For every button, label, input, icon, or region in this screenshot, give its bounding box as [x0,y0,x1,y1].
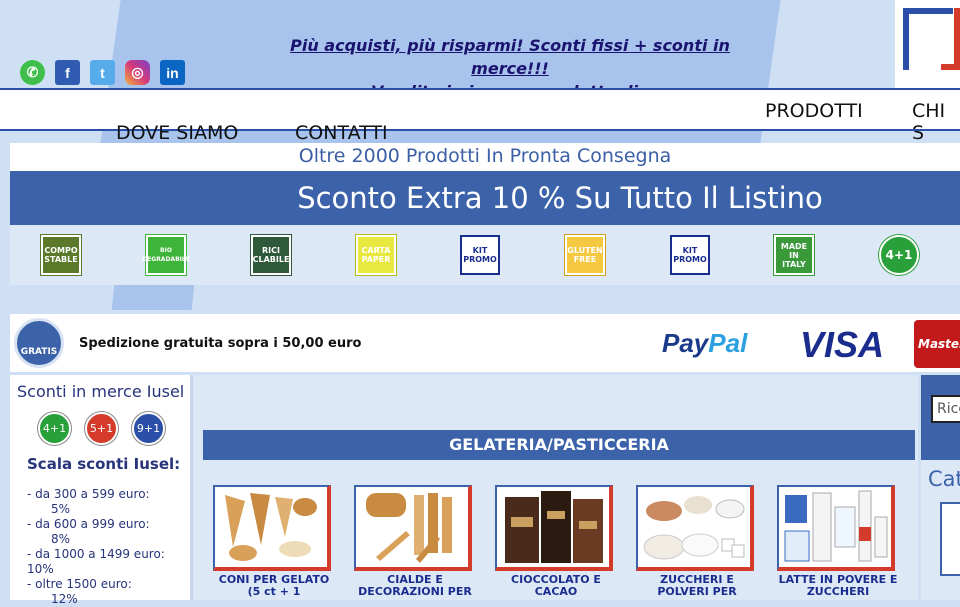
discount-scale-item: 5% [51,502,71,516]
product-card[interactable]: CIALDE E DECORAZIONI PER [354,485,476,605]
facebook-icon[interactable]: f [55,60,80,85]
sidebar: Sconti in merce Iusel 4+1 5+1 9+1 Scala … [10,375,193,606]
sidebar-title: Sconti in merce Iusel [17,382,185,401]
badge-kit-promo[interactable]: KIT PROMO [460,235,500,275]
social-links: ✆ f t ◎ in [20,60,185,85]
site-header: ✆ f t ◎ in Più acquisti, più risparmi! S… [0,0,895,101]
product-label[interactable]: LATTE IN POVERE E ZUCCHERI [777,574,899,598]
category-thumbnail[interactable] [940,502,960,576]
instagram-icon[interactable]: ◎ [125,60,150,85]
badge-recyclable[interactable]: RICI CLABILE [251,235,291,275]
wafer-icon[interactable] [354,485,472,571]
paypal-text: Pay [662,328,709,358]
discount-scale-item: - da 600 a 999 euro: [27,517,150,531]
visa-logo: VISA [800,324,885,365]
offer-5-plus-1-icon[interactable]: 5+1 [85,412,118,445]
badge-kit-promo[interactable]: KIT PROMO [670,235,710,275]
promo-line-1[interactable]: Più acquisti, più risparmi! Sconti fissi… [280,34,740,80]
shipping-bar: GRATIS Spedizione gratuita sopra i 50,00… [10,314,960,372]
site-logo[interactable] [895,0,960,88]
milk-icon[interactable] [777,485,895,571]
badge-compostable[interactable]: COMPO STABLE [41,235,81,275]
discount-scale-title: Scala sconti Iusel: [27,455,181,473]
paypal-text: Pal [708,328,748,358]
logo-shape [941,8,960,70]
paypal-logo: PayPal [662,328,747,359]
twitter-icon[interactable]: t [90,60,115,85]
badge-biodegradable[interactable]: BIO DEGRADABILE [142,235,190,275]
badge-gluten-free[interactable]: GLUTEN FREE [565,235,605,275]
discount-scale-item: 8% [51,532,71,546]
shipping-text: Spedizione gratuita sopra i 50,00 euro [79,336,362,351]
discount-scale-item: - oltre 1500 euro: [27,577,132,591]
categories-title: Cat [928,467,960,491]
product-card[interactable]: CONI PER GELATO (5 ct + 1 [213,485,335,605]
secondary-nav: DOVE SIAMO CONTATTI [0,122,960,144]
truck-label: GRATIS [20,347,58,357]
search-input[interactable]: Rice [931,395,960,423]
nav-prodotti[interactable]: PRODOTTI [765,100,863,122]
main-content: GELATERIA/PASTICCERIA CONI PER GELATO (5… [193,375,918,600]
tagline: Oltre 2000 Prodotti In Pronta Consegna [10,143,960,171]
discount-banner: Sconto Extra 10 % Su Tutto Il Listino [10,171,960,225]
discount-scale-list: - da 300 a 599 euro: 5% - da 600 a 999 e… [27,487,165,607]
categories-panel: Cat [921,460,960,600]
cone-icon[interactable] [213,485,331,571]
offer-9-plus-1-icon[interactable]: 9+1 [132,412,165,445]
discount-scale-item: - da 1000 a 1499 euro: [27,547,165,561]
whatsapp-icon[interactable]: ✆ [20,60,45,85]
product-label[interactable]: ZUCCHERI E POLVERI PER [636,574,758,598]
nav-dove-siamo[interactable]: DOVE SIAMO [116,122,238,144]
mastercard-logo: Master [914,320,960,368]
linkedin-icon[interactable]: in [160,60,185,85]
sugar-icon[interactable] [636,485,754,571]
discount-scale-item: - da 300 a 599 euro: [27,487,150,501]
product-card[interactable]: CIOCCOLATO E CACAO [495,485,617,605]
product-card[interactable]: LATTE IN POVERE E ZUCCHERI [777,485,899,605]
badge-paper[interactable]: CARTA PAPER [356,235,396,275]
product-label[interactable]: CIOCCOLATO E CACAO [495,574,617,598]
category-heading[interactable]: GELATERIA/PASTICCERIA [203,430,915,460]
truck-icon: GRATIS [14,318,64,368]
badge-made-in-italy[interactable]: MADE IN ITALY [774,235,814,275]
nav-contatti[interactable]: CONTATTI [295,122,388,144]
product-card[interactable]: ZUCCHERI E POLVERI PER [636,485,758,605]
chocolate-icon[interactable] [495,485,613,571]
product-label[interactable]: CIALDE E DECORAZIONI PER [354,574,476,598]
badge-offer-4-plus-1[interactable]: 4+1 [879,235,919,275]
discount-scale-item: 10% [27,562,54,576]
offer-4-plus-1-icon[interactable]: 4+1 [38,412,71,445]
feature-badges: COMPO STABLE BIO DEGRADABILE RICI CLABIL… [10,225,960,285]
product-label[interactable]: CONI PER GELATO (5 ct + 1 [213,574,335,598]
